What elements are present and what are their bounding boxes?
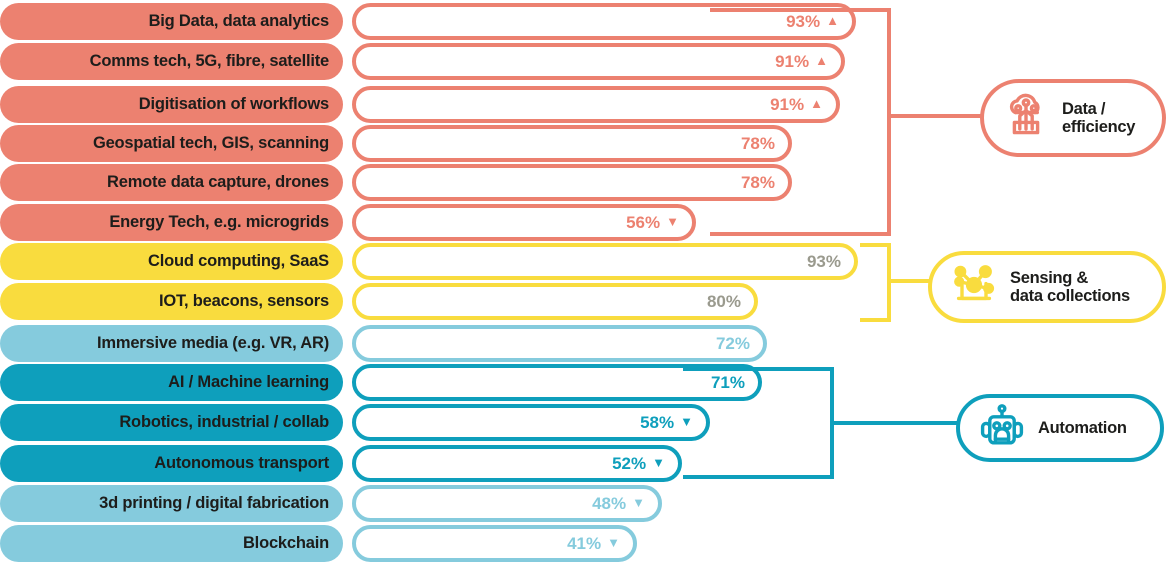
infographic-root: Big Data, data analytics Comms tech, 5G, … (0, 0, 1170, 567)
technology-label-pill: Autonomous transport (0, 445, 343, 482)
technology-label-text: Cloud computing, SaaS (148, 252, 329, 270)
technology-label-pill: Digitisation of workflows (0, 86, 343, 123)
technology-label-text: Blockchain (242, 534, 329, 552)
percentage-bar: 93% (352, 243, 858, 280)
trend-down-icon: ▼ (607, 535, 620, 550)
percentage-bar: 56% ▼ (352, 204, 696, 241)
technology-label-text: Digitisation of workflows (138, 95, 329, 113)
group-bracket-automation (683, 367, 834, 479)
trend-down-icon: ▼ (666, 214, 679, 229)
percentage-value: 72% (715, 334, 750, 353)
technology-label-pill: Robotics, industrial / collab (0, 404, 343, 441)
percentage-bar: 80% (352, 283, 758, 320)
bracket-arm-top (860, 243, 891, 247)
technology-label-text: Remote data capture, drones (107, 173, 329, 191)
group-bracket-sensing-data-collections (860, 243, 891, 322)
percentage-value: 58% (640, 413, 675, 432)
trend-down-icon: ▼ (652, 455, 665, 470)
percentage-value: 93% (806, 252, 841, 271)
technology-label-text: Energy Tech, e.g. microgrids (109, 213, 329, 231)
bracket-stem-data-efficiency (891, 114, 984, 118)
percentage-bar: 48% ▼ (352, 485, 662, 522)
percentage-value: 56% (626, 213, 661, 232)
technology-label-pill: Comms tech, 5G, fibre, satellite (0, 43, 343, 80)
percentage-value: 48% (592, 494, 627, 513)
bracket-arm-bottom (860, 318, 891, 322)
group-badge-label: Sensing & data collections (1010, 268, 1130, 305)
technology-label-pill: IOT, beacons, sensors (0, 283, 343, 320)
group-badge-label: Automation (1038, 418, 1127, 437)
sensor-hub-icon (946, 257, 1002, 318)
group-badge-automation[interactable]: Automation (956, 394, 1164, 462)
technology-label-text: Immersive media (e.g. VR, AR) (97, 334, 329, 352)
technology-label-pill: Immersive media (e.g. VR, AR) (0, 325, 343, 362)
bracket-stem-automation (834, 421, 960, 425)
group-badge-data-efficiency[interactable]: Data / efficiency (980, 79, 1166, 157)
cloud-network-icon (998, 88, 1054, 149)
technology-label-text: Autonomous transport (154, 454, 329, 472)
technology-label-text: Geospatial tech, GIS, scanning (92, 134, 329, 152)
percentage-bar: 41% ▼ (352, 525, 637, 562)
technology-label-pill: Geospatial tech, GIS, scanning (0, 125, 343, 162)
bracket-spine (887, 8, 891, 236)
bracket-arm-bottom (710, 232, 891, 236)
technology-label-pill: Big Data, data analytics (0, 3, 343, 40)
percentage-value: 41% (567, 534, 602, 553)
technology-label-text: 3d printing / digital fabrication (99, 494, 329, 512)
group-badge-label: Data / efficiency (1062, 99, 1136, 136)
technology-label-text: Big Data, data analytics (148, 12, 330, 30)
percentage-bar: 58% ▼ (352, 404, 710, 441)
bracket-arm-bottom (683, 475, 834, 479)
group-bracket-data-efficiency (710, 8, 891, 236)
robot-icon (974, 398, 1030, 459)
technology-label-pill: Cloud computing, SaaS (0, 243, 343, 280)
technology-label-pill: Remote data capture, drones (0, 164, 343, 201)
technology-label-text: Comms tech, 5G, fibre, satellite (89, 52, 330, 70)
trend-down-icon: ▼ (632, 495, 645, 510)
technology-label-pill: Energy Tech, e.g. microgrids (0, 204, 343, 241)
technology-label-text: Robotics, industrial / collab (119, 413, 329, 431)
technology-label-text: IOT, beacons, sensors (158, 292, 329, 310)
bracket-stem-sensing-data-collections (891, 279, 932, 283)
group-badge-sensing-data-collections[interactable]: Sensing & data collections (928, 251, 1166, 323)
percentage-bar: 72% (352, 325, 767, 362)
technology-label-pill: AI / Machine learning (0, 364, 343, 401)
percentage-value: 80% (706, 292, 741, 311)
bracket-arm-top (710, 8, 891, 12)
percentage-value: 52% (612, 454, 647, 473)
technology-label-pill: Blockchain (0, 525, 343, 562)
bracket-arm-top (683, 367, 834, 371)
technology-label-text: AI / Machine learning (168, 373, 329, 391)
percentage-bar: 52% ▼ (352, 445, 682, 482)
technology-label-pill: 3d printing / digital fabrication (0, 485, 343, 522)
